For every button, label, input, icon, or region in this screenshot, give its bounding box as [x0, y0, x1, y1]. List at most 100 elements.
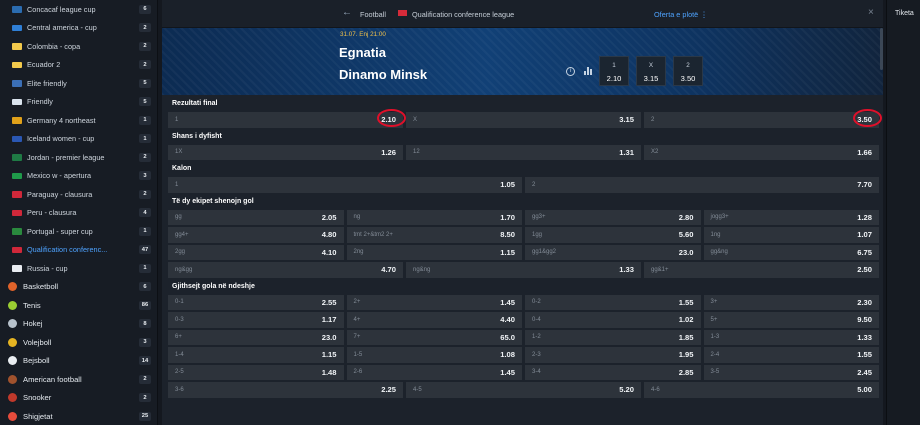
- header-odd-draw[interactable]: X 3.15: [636, 56, 666, 86]
- header-odd-home[interactable]: 1 2.10: [599, 56, 629, 86]
- odd-button[interactable]: ng&gg 4.70: [168, 262, 403, 278]
- odd-value: 1.48: [321, 367, 337, 377]
- sidebar-league-item[interactable]: Germany 4 northeast 1: [0, 111, 157, 130]
- odd-value: 1.33: [619, 265, 634, 275]
- odd-button[interactable]: 1-2 1.85: [525, 329, 701, 345]
- arrow-left-icon[interactable]: ←: [342, 8, 352, 18]
- odd-button[interactable]: 4+ 4.40: [346, 312, 522, 328]
- odd-button[interactable]: 2 7.70: [525, 177, 879, 193]
- sidebar-league-item[interactable]: Portugal - super cup 1: [0, 222, 157, 241]
- odd-value: 2.25: [381, 385, 396, 395]
- odd-value: 1.05: [500, 180, 515, 190]
- breadcrumb-sport[interactable]: Football: [360, 10, 386, 19]
- country-flag-icon: [12, 154, 22, 161]
- sidebar-sport-item[interactable]: Shigjetat 25: [0, 407, 157, 425]
- market-row: 3-6 2.25 4-5 5.20 4-6 5.00: [162, 381, 883, 399]
- odd-button[interactable]: 3+ 2.30: [703, 294, 879, 310]
- odd-button[interactable]: 4-6 5.00: [644, 382, 879, 398]
- odd-button[interactable]: gg&ng 6.75: [703, 244, 879, 260]
- odd-button[interactable]: X2 1.66: [644, 144, 879, 160]
- close-icon[interactable]: ×: [868, 7, 874, 18]
- sidebar-league-item[interactable]: Paraguay - clausura 2: [0, 185, 157, 204]
- sidebar-league-item[interactable]: Peru - clausura 4: [0, 204, 157, 223]
- odd-button[interactable]: ng&ng 1.33: [406, 262, 641, 278]
- odd-button[interactable]: gg3+ 2.80: [525, 209, 701, 225]
- sidebar-item-label: Paraguay - clausura: [27, 189, 93, 199]
- betslip-panel[interactable]: Tiketa: [886, 0, 920, 425]
- odd-button[interactable]: 1ng 1.07: [703, 227, 879, 243]
- odd-button[interactable]: 2-3 1.95: [525, 347, 701, 363]
- odd-button[interactable]: 1-3 1.33: [703, 329, 879, 345]
- odd-value: 9.50: [857, 315, 872, 325]
- odd-button[interactable]: tmt 2+&tm2 2+ 8.50: [346, 227, 522, 243]
- market-title[interactable]: Kalon: [162, 161, 883, 176]
- odd-button[interactable]: gg4+ 4.80: [168, 227, 344, 243]
- odd-button[interactable]: 0-3 1.17: [168, 312, 344, 328]
- odd-label: 1X: [175, 149, 183, 156]
- odd-label: 1: [175, 181, 179, 188]
- odd-button[interactable]: 3-5 2.45: [703, 364, 879, 380]
- odd-label: X2: [651, 149, 659, 156]
- sidebar-league-item[interactable]: Central america - cup 2: [0, 19, 157, 38]
- odd-button[interactable]: gg1&gg2 23.0: [525, 244, 701, 260]
- odd-button[interactable]: 1 1.05: [168, 177, 522, 193]
- market-title[interactable]: Rezultati final: [162, 96, 883, 111]
- odd-button[interactable]: 2 3.50: [644, 109, 882, 128]
- odd-button[interactable]: 3-6 2.25: [168, 382, 403, 398]
- market-title[interactable]: Shans i dyfisht: [162, 128, 883, 144]
- market-title[interactable]: Gjithsejt gola në ndeshje: [162, 278, 883, 294]
- odd-button[interactable]: gg&1+ 2.50: [644, 262, 879, 278]
- highlight-circle: [853, 109, 882, 127]
- odd-button[interactable]: 1-5 1.08: [346, 347, 522, 363]
- odd-button[interactable]: 1-4 1.15: [168, 347, 344, 363]
- market-title[interactable]: Të dy ekipet shenojn gol: [162, 193, 883, 209]
- sidebar-sport-item[interactable]: Tenis 86: [0, 296, 157, 315]
- sidebar-league-item[interactable]: Colombia - copa 2: [0, 37, 157, 56]
- odd-button[interactable]: 4-5 5.20: [406, 382, 641, 398]
- sidebar-sport-item[interactable]: Bejsboll 14: [0, 352, 157, 371]
- sidebar-sport-item[interactable]: Hokej 8: [0, 315, 157, 334]
- sidebar-sport-item[interactable]: American football 2: [0, 370, 157, 389]
- odd-button[interactable]: 1gg 5.60: [525, 227, 701, 243]
- odd-button[interactable]: 2+ 1.45: [346, 294, 522, 310]
- sidebar-item-label: Peru - clausura: [27, 208, 77, 218]
- odd-button[interactable]: 2gg 4.10: [168, 244, 344, 260]
- sidebar-league-item[interactable]: Ecuador 2 2: [0, 56, 157, 75]
- sidebar-league-item[interactable]: Jordan - premier league 2: [0, 148, 157, 167]
- odd-button[interactable]: 2-4 1.55: [703, 347, 879, 363]
- scrollbar[interactable]: [880, 28, 883, 70]
- sidebar-league-item[interactable]: Qualification conferenc... 47: [0, 241, 157, 260]
- odd-button[interactable]: 0-4 1.02: [525, 312, 701, 328]
- odd-button[interactable]: 0-1 2.55: [168, 294, 344, 310]
- odd-button[interactable]: 1 2.10: [168, 109, 406, 128]
- sidebar-league-item[interactable]: Concacaf league cup 6: [0, 0, 157, 19]
- odd-button[interactable]: X 3.15: [406, 112, 641, 128]
- sidebar-league-item[interactable]: Russia - cup 1: [0, 259, 157, 278]
- sidebar-league-item[interactable]: Elite friendly 5: [0, 74, 157, 93]
- sidebar-league-item[interactable]: Mexico w - apertura 3: [0, 167, 157, 186]
- odd-button[interactable]: 2-5 1.48: [168, 364, 344, 380]
- odd-button[interactable]: gg 2.05: [168, 209, 344, 225]
- odd-button[interactable]: 2-6 1.45: [346, 364, 522, 380]
- odd-button[interactable]: 3-4 2.85: [525, 364, 701, 380]
- header-odd-away[interactable]: 2 3.50: [673, 56, 703, 86]
- odd-button[interactable]: 0-2 1.55: [525, 294, 701, 310]
- odd-button[interactable]: 12 1.31: [406, 144, 641, 160]
- odd-button[interactable]: 1X 1.26: [168, 144, 403, 160]
- odd-button[interactable]: 2ng 1.15: [346, 244, 522, 260]
- stats-icon[interactable]: [584, 67, 592, 75]
- odd-value: 1.85: [678, 332, 694, 342]
- breadcrumb-league[interactable]: Qualification conference league: [412, 10, 514, 19]
- info-icon[interactable]: i: [566, 67, 575, 76]
- odd-button[interactable]: 5+ 9.50: [703, 312, 879, 328]
- odd-button[interactable]: 7+ 65.0: [346, 329, 522, 345]
- sidebar-league-item[interactable]: Friendly 5: [0, 93, 157, 112]
- odd-button[interactable]: 6+ 23.0: [168, 329, 344, 345]
- sidebar-league-item[interactable]: Iceland women - cup 1: [0, 130, 157, 149]
- sidebar-sport-item[interactable]: Basketboll 6: [0, 278, 157, 297]
- sidebar-sport-item[interactable]: Volejboll 3: [0, 333, 157, 352]
- sidebar-sport-item[interactable]: Snooker 2: [0, 389, 157, 408]
- odd-button[interactable]: ng 1.70: [346, 209, 522, 225]
- odd-button[interactable]: jogg3+ 1.28: [703, 209, 879, 225]
- full-offer-link[interactable]: Oferta e plotë ⋮: [654, 10, 708, 19]
